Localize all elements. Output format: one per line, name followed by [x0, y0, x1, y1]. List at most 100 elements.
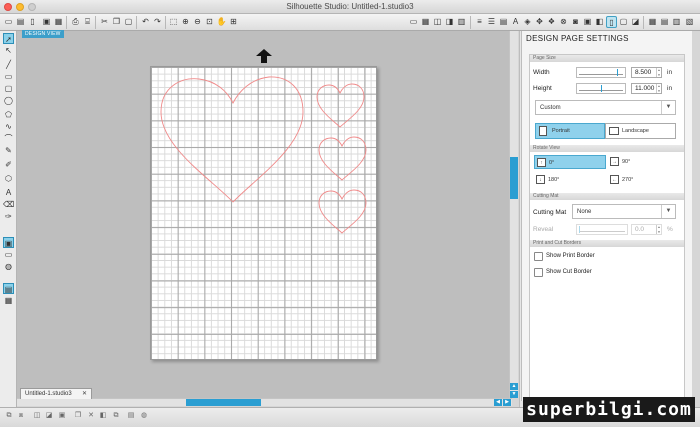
smooth-freehand-icon[interactable]: ✐ [3, 159, 14, 170]
paste-icon[interactable]: ▢ [123, 16, 134, 28]
send-to-cutter-icon[interactable]: ⌸ [82, 16, 93, 28]
landscape-button[interactable]: Landscape [605, 123, 676, 139]
reveal-spinner-icon[interactable]: ▲ ▼ [656, 225, 661, 234]
cutting-mat-select[interactable]: None ▼ [572, 204, 676, 219]
registration-icon[interactable]: ◧ [594, 16, 605, 28]
globe-icon[interactable]: ◍ [3, 261, 14, 272]
rotate-180-button[interactable]: ↓ 180° [534, 173, 606, 187]
info-icon[interactable]: ◍ [139, 411, 149, 421]
scroll-left-icon[interactable]: ◀ [494, 399, 502, 406]
redo-icon[interactable]: ↷ [152, 16, 163, 28]
save-icon[interactable]: ▣ [41, 16, 52, 28]
width-input[interactable]: 8.500 ▲ ▼ [631, 67, 662, 78]
height-slider-handle[interactable] [601, 85, 602, 92]
pointer-icon[interactable]: ➚ [3, 33, 14, 44]
release-compound-icon[interactable]: ◪ [44, 411, 54, 421]
more-icon[interactable]: ▧ [684, 16, 695, 28]
layers-icon[interactable]: ▤ [3, 283, 14, 294]
ellipse-icon[interactable]: ◯ [3, 95, 14, 106]
rotate-270-button[interactable]: ← 270° [608, 173, 680, 187]
horizontal-scrollbar[interactable] [17, 398, 512, 406]
curve-icon[interactable]: ∿ [3, 121, 14, 132]
page-setup-icon[interactable]: ▭ [408, 16, 419, 28]
trace-icon[interactable]: ▣ [582, 16, 593, 28]
page-size-select[interactable]: Custom ▼ [535, 100, 676, 115]
rotate-0-button[interactable]: ↑ 0° [534, 155, 606, 169]
line-color-icon[interactable]: ≡ [474, 16, 485, 28]
cut-settings-icon[interactable]: ◫ [432, 16, 443, 28]
replicate-icon[interactable]: ❖ [546, 16, 557, 28]
text-style-icon[interactable]: A [510, 16, 521, 28]
transform-icon[interactable]: ◈ [522, 16, 533, 28]
save-as-icon[interactable]: ▦ [53, 16, 64, 28]
text-icon[interactable]: A [3, 187, 14, 198]
scroll-down-icon[interactable]: ▼ [510, 391, 518, 398]
width-slider-handle[interactable] [617, 69, 618, 76]
vertical-scroll-thumb[interactable] [510, 157, 518, 199]
height-spinner-icon[interactable]: ▲ ▼ [656, 84, 661, 93]
scroll-up-icon[interactable]: ▲ [510, 383, 518, 390]
rounded-rect-icon[interactable]: ▢ [3, 83, 14, 94]
offset-icon[interactable]: ◙ [570, 16, 581, 28]
online-store-icon[interactable]: ▤ [659, 16, 670, 28]
new-doc-icon[interactable]: ▭ [3, 16, 14, 28]
design-view-icon[interactable]: ▥ [671, 16, 682, 28]
copy-icon[interactable]: ❐ [111, 16, 122, 28]
height-input[interactable]: 11.000 ▲ ▼ [631, 83, 662, 94]
group-icon[interactable]: ⧉ [4, 411, 14, 421]
send-icon[interactable]: ◨ [444, 16, 455, 28]
zoom-out-icon[interactable]: ⊖ [192, 16, 203, 28]
close-tab-icon[interactable]: ✕ [82, 389, 87, 399]
library-icon[interactable]: ▯ [27, 16, 38, 28]
zoom-page-icon[interactable]: ⊞ [228, 16, 239, 28]
replicate-bottom-icon[interactable]: ⧉ [111, 411, 121, 421]
line-style-icon[interactable]: ☰ [486, 16, 497, 28]
delete-icon[interactable]: ✕ [86, 411, 96, 421]
page-settings-icon[interactable]: ▯ [606, 16, 617, 28]
ungroup-icon[interactable]: ⧈ [16, 411, 26, 421]
store-icon[interactable]: ▥ [456, 16, 467, 28]
cut-icon[interactable]: ✂ [99, 16, 110, 28]
select-icon[interactable]: ⬚ [168, 16, 179, 28]
vertical-scrollbar[interactable] [509, 31, 518, 398]
rotate-90-button[interactable]: → 90° [608, 155, 680, 169]
duplicate-icon[interactable]: ❐ [73, 411, 83, 421]
fill-panel-icon[interactable]: ▣ [3, 237, 14, 248]
rectangle-icon[interactable]: ▭ [3, 71, 14, 82]
modify-icon[interactable]: ⊗ [558, 16, 569, 28]
edit-points-icon[interactable]: ↖ [3, 45, 14, 56]
message-icon[interactable]: ▭ [3, 249, 14, 260]
knife-icon[interactable]: ✑ [3, 211, 14, 222]
grid-icon[interactable]: ▦ [420, 16, 431, 28]
width-slider[interactable] [576, 67, 626, 78]
bring-front-icon[interactable]: ▣ [57, 411, 67, 421]
width-spinner-icon[interactable]: ▲ ▼ [656, 68, 661, 77]
portrait-button[interactable]: Portrait [535, 123, 605, 139]
zoom-in-icon[interactable]: ⊕ [180, 16, 191, 28]
design-page[interactable] [150, 66, 377, 360]
pan-icon[interactable]: ✋ [216, 16, 227, 28]
grid-panel-icon[interactable]: ▦ [3, 295, 14, 306]
weld-icon[interactable]: ◧ [98, 411, 108, 421]
reveal-slider-handle[interactable] [579, 226, 580, 233]
open-icon[interactable]: ▤ [15, 16, 26, 28]
shape-icon[interactable]: ⬡ [3, 173, 14, 184]
freehand-icon[interactable]: ✎ [3, 145, 14, 156]
make-compound-icon[interactable]: ◫ [32, 411, 42, 421]
height-slider[interactable] [576, 83, 626, 94]
horizontal-scroll-thumb[interactable] [186, 399, 261, 406]
show-print-border-checkbox[interactable] [534, 252, 543, 261]
arc-icon[interactable]: ⌒ [3, 133, 14, 144]
print-icon[interactable]: ⎙ [70, 16, 81, 28]
document-tab[interactable]: Untitled-1.studio3 ✕ [20, 388, 92, 399]
library-view-icon[interactable]: ▦ [647, 16, 658, 28]
zoom-fit-icon[interactable]: ⊡ [204, 16, 215, 28]
reveal-slider[interactable] [576, 224, 628, 235]
reveal-input[interactable]: 0.0 ▲ ▼ [631, 224, 662, 235]
polygon-icon[interactable]: ⬠ [3, 109, 14, 120]
scroll-right-icon[interactable]: ▶ [503, 399, 511, 406]
line-icon[interactable]: ╱ [3, 59, 14, 70]
send-to-silhouette-icon[interactable]: ◪ [630, 16, 641, 28]
eraser-icon[interactable]: ⌫ [3, 199, 14, 210]
lock-icon[interactable]: ▤ [126, 411, 136, 421]
